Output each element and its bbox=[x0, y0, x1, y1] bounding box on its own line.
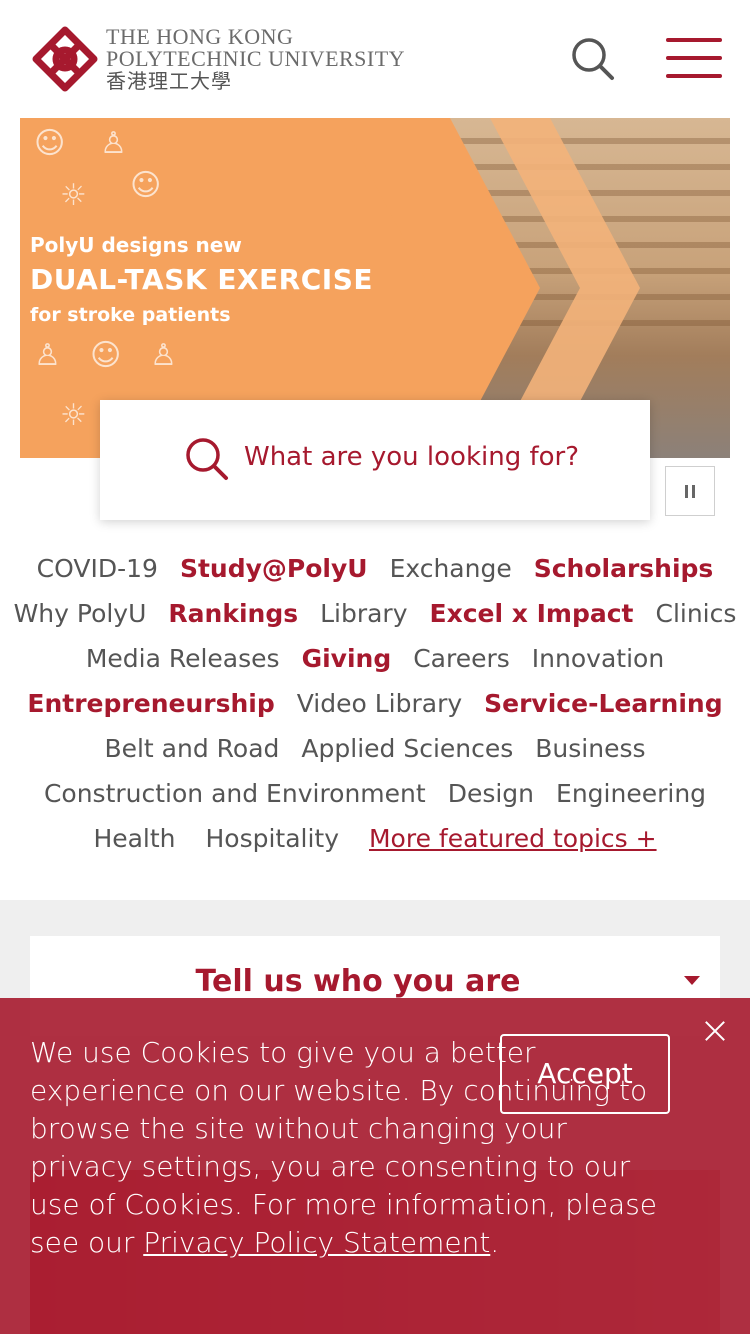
cookie-banner: We use Cookies to give you a better expe… bbox=[0, 998, 750, 1334]
hero-line-2: DUAL-TASK EXERCISE bbox=[30, 263, 374, 296]
audience-dropdown-label: Tell us who you are bbox=[195, 964, 521, 999]
menu-bar bbox=[666, 74, 722, 78]
topic-link[interactable]: Why PolyU bbox=[14, 591, 147, 636]
topic-link[interactable]: Entrepreneurship bbox=[27, 681, 274, 726]
person-icon: ♙ bbox=[150, 338, 177, 373]
topic-link[interactable]: Service-Learning bbox=[484, 681, 722, 726]
topic-link[interactable]: Belt and Road bbox=[104, 726, 279, 771]
pause-icon[interactable] bbox=[665, 466, 715, 516]
menu-bar bbox=[666, 56, 722, 60]
topic-link[interactable]: COVID-19 bbox=[37, 546, 158, 591]
topic-link[interactable]: Scholarships bbox=[534, 546, 714, 591]
topic-link[interactable]: Rankings bbox=[168, 591, 298, 636]
menu-bar bbox=[666, 38, 722, 42]
search-icon bbox=[184, 436, 230, 482]
privacy-policy-link[interactable]: Privacy Policy Statement bbox=[143, 1226, 490, 1259]
person-icon: ☺ bbox=[90, 338, 122, 373]
search-box[interactable]: What are you looking for? bbox=[100, 400, 650, 520]
topic-link[interactable]: Innovation bbox=[532, 636, 664, 681]
topic-link[interactable]: Design bbox=[448, 771, 534, 816]
topic-link[interactable]: Health bbox=[93, 816, 175, 861]
topic-rows: COVID-19 Study@PolyU Exchange Scholarships W… bbox=[0, 546, 750, 816]
topic-link[interactable]: Careers bbox=[413, 636, 510, 681]
hero-line-3: for stroke patients bbox=[30, 304, 231, 326]
brain-icon: ☼ bbox=[60, 398, 87, 433]
logo-line-english-2: Polytechnic University bbox=[106, 46, 406, 71]
university-name[interactable]: The Hong Kong Polytechnic University 香港理… bbox=[106, 26, 405, 94]
topic-link[interactable]: Engineering bbox=[556, 771, 706, 816]
topic-link[interactable]: Video Library bbox=[297, 681, 462, 726]
topic-link[interactable]: Excel x Impact bbox=[430, 591, 634, 636]
logo-line-chinese: 香港理工大學 bbox=[106, 71, 232, 93]
topic-link[interactable]: Media Releases bbox=[86, 636, 280, 681]
close-icon[interactable] bbox=[703, 1018, 727, 1042]
hamburger-menu-icon[interactable] bbox=[666, 38, 722, 80]
topic-link[interactable]: Exchange bbox=[390, 546, 512, 591]
topic-link[interactable]: Hospitality bbox=[205, 816, 339, 861]
polyu-logo-icon[interactable] bbox=[30, 24, 100, 94]
logo-line-english-1: The Hong Kong bbox=[106, 24, 294, 49]
topic-row: Entrepreneurship Video Library Service-Lea… bbox=[0, 681, 750, 726]
topic-row: Construction and Environment Design Engine… bbox=[0, 771, 750, 816]
more-featured-topics-link[interactable]: More featured topics + bbox=[369, 816, 657, 861]
search-icon[interactable] bbox=[570, 36, 616, 82]
topic-link[interactable]: Library bbox=[320, 591, 407, 636]
site-header: The Hong Kong Polytechnic University 香港理… bbox=[0, 0, 750, 118]
topic-row: COVID-19 Study@PolyU Exchange Scholarships bbox=[0, 546, 750, 591]
search-placeholder: What are you looking for? bbox=[244, 442, 580, 472]
brain-icon: ☼ bbox=[60, 178, 87, 213]
accept-cookies-button[interactable]: Accept bbox=[500, 1034, 670, 1114]
person-icon: ☺ bbox=[34, 126, 66, 161]
chevron-down-icon bbox=[684, 976, 700, 985]
topic-link[interactable]: Applied Sciences bbox=[301, 726, 513, 771]
person-icon: ♙ bbox=[34, 338, 61, 373]
topic-link[interactable]: Clinics bbox=[655, 591, 736, 636]
topic-row: Health Hospitality More featured topics … bbox=[0, 816, 750, 861]
topic-link[interactable]: Business bbox=[535, 726, 645, 771]
featured-topics: COVID-19 Study@PolyU Exchange Scholarships W… bbox=[0, 546, 750, 861]
topic-row: Why PolyU Rankings Library Excel x Impact Cl… bbox=[0, 591, 750, 636]
topic-row: Media Releases Giving Careers Innovation bbox=[0, 636, 750, 681]
cookie-text-end: . bbox=[490, 1226, 500, 1259]
topic-link[interactable]: Giving bbox=[302, 636, 392, 681]
person-icon: ☺ bbox=[130, 168, 162, 203]
topic-link[interactable]: Study@PolyU bbox=[180, 546, 368, 591]
hero-headline: PolyU designs new DUAL-TASK EXERCISE for… bbox=[30, 230, 373, 330]
topic-link[interactable]: Construction and Environment bbox=[44, 771, 426, 816]
topic-row: Belt and Road Applied Sciences Business bbox=[0, 726, 750, 771]
person-icon: ♙ bbox=[100, 126, 127, 161]
hero-line-1: PolyU designs new bbox=[30, 233, 242, 257]
